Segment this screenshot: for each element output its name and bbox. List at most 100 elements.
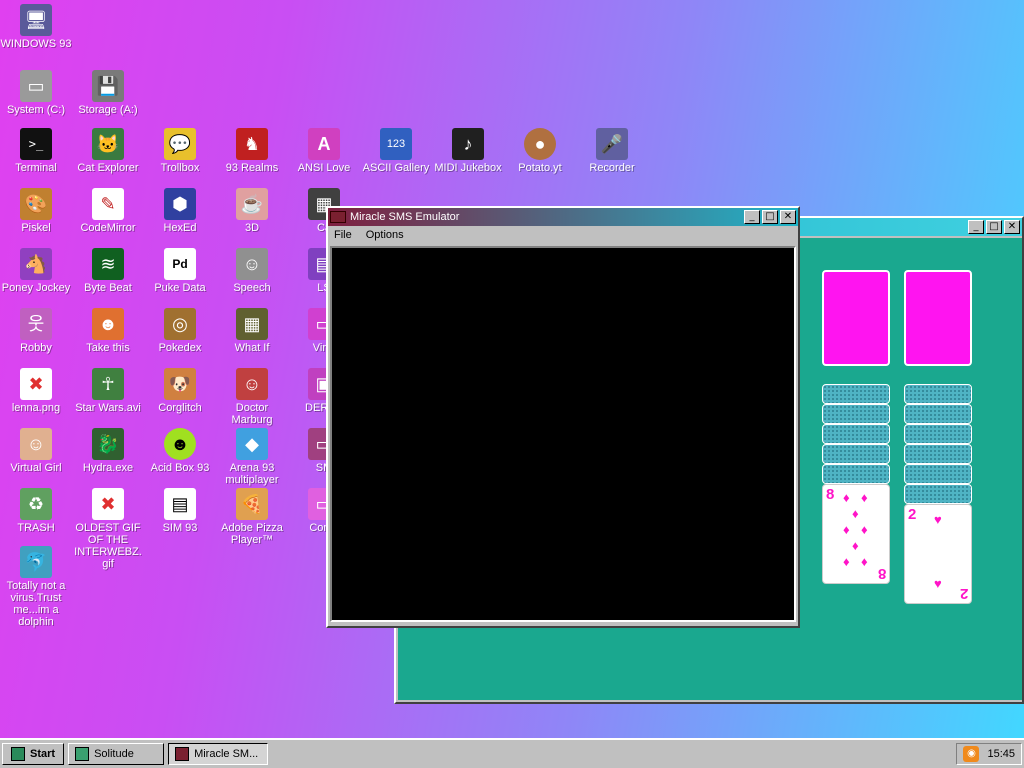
- card-eight-of-diamonds[interactable]: 8 8 ♦ ♦ ♦ ♦ ♦ ♦ ♦ ♦: [822, 484, 890, 584]
- knight-icon: ♞: [236, 128, 268, 160]
- card-back[interactable]: [822, 384, 890, 404]
- clock[interactable]: 15:45: [987, 748, 1015, 760]
- emulator-app-icon: [175, 747, 190, 761]
- desktop-icon-speech[interactable]: ☺ Speech: [216, 248, 288, 294]
- desktop-icon-pokedex[interactable]: ◎ Pokedex: [144, 308, 216, 354]
- desktop-icon-piskel[interactable]: 🎨 Piskel: [0, 188, 72, 234]
- heart-icon: ♥: [934, 512, 942, 527]
- desktop-icon-virtual-girl[interactable]: ☺ Virtual Girl: [0, 428, 72, 474]
- teapot-icon: ☕: [236, 188, 268, 220]
- emulator-menubar: File Options: [328, 226, 798, 244]
- task-miracle-sms[interactable]: Miracle SM...: [168, 743, 269, 765]
- maximize-button[interactable]: □: [762, 210, 778, 224]
- desktop-icon-ascii-gallery[interactable]: 123 ASCII Gallery: [360, 128, 432, 174]
- microphone-icon: 🎤: [596, 128, 628, 160]
- computer-icon: 🖥: [20, 4, 52, 36]
- desktop-icon-system-c[interactable]: ▭ System (C:): [0, 70, 72, 116]
- image-file-icon: ✖: [92, 488, 124, 520]
- card-back[interactable]: [904, 464, 972, 484]
- desktop-icon-trollbox[interactable]: 💬 Trollbox: [144, 128, 216, 174]
- card-back[interactable]: [904, 384, 972, 404]
- numbers-icon: 123: [380, 128, 412, 160]
- card-back[interactable]: [904, 424, 972, 444]
- desktop-icon-3d[interactable]: ☕ 3D: [216, 188, 288, 234]
- close-button[interactable]: ✕: [1004, 220, 1020, 234]
- desktop-icon-puke-data[interactable]: Pd Puke Data: [144, 248, 216, 294]
- piano-icon: ♪: [452, 128, 484, 160]
- desktop-icon-adobe-pizza-player[interactable]: 🍕 Adobe Pizza Player™: [216, 488, 288, 546]
- corgi-icon: 🐶: [164, 368, 196, 400]
- foundation-slot[interactable]: [904, 270, 972, 366]
- desktop-icon-poney-jockey[interactable]: 🐴 Poney Jockey: [0, 248, 72, 294]
- desktop-icon-recorder[interactable]: 🎤 Recorder: [576, 128, 648, 174]
- desktop-icon-hexed[interactable]: ⬢ HexEd: [144, 188, 216, 234]
- minimize-button[interactable]: _: [744, 210, 760, 224]
- recycle-bin-icon: ♻: [20, 488, 52, 520]
- card-back[interactable]: [904, 484, 972, 504]
- card-back[interactable]: [822, 424, 890, 444]
- pokeball-icon: ◎: [164, 308, 196, 340]
- desktop-icon-take-this[interactable]: ☻ Take this: [72, 308, 144, 354]
- floppy-icon: 💾: [92, 70, 124, 102]
- maximize-button[interactable]: □: [986, 220, 1002, 234]
- girl-face-icon: ☺: [20, 428, 52, 460]
- card-two-of-hearts[interactable]: 2 2 ♥ ♥: [904, 504, 972, 604]
- rss-icon[interactable]: ◉: [963, 746, 980, 762]
- desktop-icon-hydra[interactable]: 🐉 Hydra.exe: [72, 428, 144, 474]
- smiley-icon: ☻: [164, 428, 196, 460]
- card-back[interactable]: [822, 404, 890, 424]
- desktop-icon-windows93[interactable]: 🖥 WINDOWS 93: [0, 4, 72, 50]
- desktop-icon-potato-yt[interactable]: ● Potato.yt: [504, 128, 576, 174]
- stick-figure-icon: 웃: [20, 308, 52, 340]
- task-solitude[interactable]: Solitude: [68, 743, 165, 765]
- taskbar: Start Solitude Miracle SM... ◉ 15:45: [0, 738, 1024, 768]
- start-button[interactable]: Start: [2, 743, 65, 765]
- desktop-icon-terminal[interactable]: >_ Terminal: [0, 128, 72, 174]
- desktop-icon-robby[interactable]: 웃 Robby: [0, 308, 72, 354]
- desktop-icon-doctor-marburg[interactable]: ☺ Doctor Marburg: [216, 368, 288, 426]
- diamond-icon: ♦: [843, 490, 850, 505]
- minimize-button[interactable]: _: [968, 220, 984, 234]
- desktop-icon-93-realms[interactable]: ♞ 93 Realms: [216, 128, 288, 174]
- card-back[interactable]: [822, 444, 890, 464]
- desktop-icon-acid-box-93[interactable]: ☻ Acid Box 93: [144, 428, 216, 474]
- foundation-slot[interactable]: [822, 270, 890, 366]
- emulator-titlebar[interactable]: Miracle SMS Emulator _ □ ✕: [328, 208, 798, 226]
- emulator-window[interactable]: Miracle SMS Emulator _ □ ✕ File Options: [326, 206, 800, 628]
- desktop-icon-ansi-love[interactable]: A ANSI Love: [288, 128, 360, 174]
- emulator-screen[interactable]: [330, 246, 796, 622]
- system-tray: ◉ 15:45: [956, 743, 1022, 765]
- desktop-icon-oldest-gif[interactable]: ✖ OLDEST GIF OF THE INTERWEBZ.gif: [72, 488, 144, 570]
- image-file-icon: ✖: [20, 368, 52, 400]
- desktop-icon-sim-93[interactable]: ▤ SIM 93: [144, 488, 216, 534]
- desktop-icon-midi-jukebox[interactable]: ♪ MIDI Jukebox: [432, 128, 504, 174]
- menu-options[interactable]: Options: [364, 229, 406, 241]
- desktop-icon-arena-93[interactable]: ◆ Arena 93 multiplayer: [216, 428, 288, 486]
- chat-bubble-icon: 💬: [164, 128, 196, 160]
- diamond-icon: ♦: [861, 522, 868, 537]
- menu-file[interactable]: File: [332, 229, 354, 241]
- card-back[interactable]: [822, 464, 890, 484]
- card-back[interactable]: [904, 404, 972, 424]
- desktop-icon-lenna-png[interactable]: ✖ lenna.png: [0, 368, 72, 414]
- desktop-icon-trash[interactable]: ♻ TRASH: [0, 488, 72, 534]
- desktop-icon-storage-a[interactable]: 💾 Storage (A:): [72, 70, 144, 116]
- desktop-icon-corglitch[interactable]: 🐶 Corglitch: [144, 368, 216, 414]
- desktop-icon-star-wars[interactable]: ☥ Star Wars.avi: [72, 368, 144, 414]
- desktop-icon-byte-beat[interactable]: ≋ Byte Beat: [72, 248, 144, 294]
- terminal-icon: >_: [20, 128, 52, 160]
- palette-icon: 🎨: [20, 188, 52, 220]
- close-button[interactable]: ✕: [780, 210, 796, 224]
- diamond-icon: ♦: [843, 554, 850, 569]
- desktop-icon-codemirror[interactable]: ✎ CodeMirror: [72, 188, 144, 234]
- colored-cube-icon: ◆: [236, 428, 268, 460]
- pizza-icon: 🍕: [236, 488, 268, 520]
- desktop-icon-dolphin[interactable]: 🐬 Totally not a virus.Trust me...im a do…: [0, 546, 72, 628]
- desktop-icon-cat-explorer[interactable]: 🐱 Cat Explorer: [72, 128, 144, 174]
- card-back[interactable]: [904, 444, 972, 464]
- dolphin-icon: 🐬: [20, 546, 52, 578]
- doctor-icon: ☺: [236, 368, 268, 400]
- desktop-icon-what-if[interactable]: ▦ What If: [216, 308, 288, 354]
- cube-icon: ⬢: [164, 188, 196, 220]
- grid-icon: ▦: [236, 308, 268, 340]
